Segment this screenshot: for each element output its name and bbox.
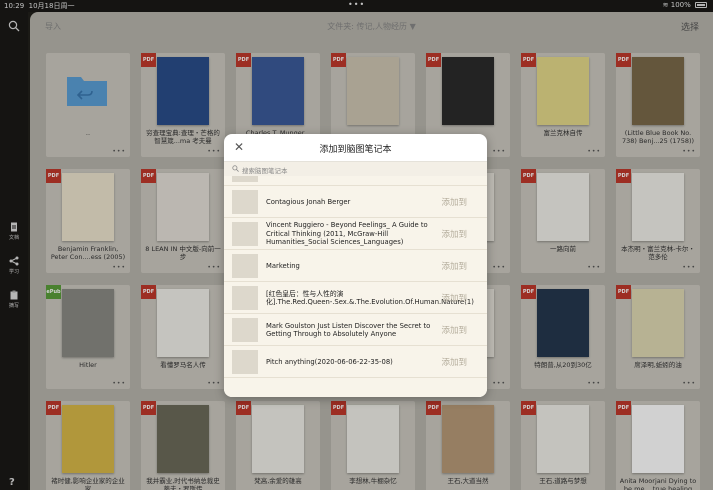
add-to-button[interactable]: 添加到 [441,228,467,240]
list-item [224,176,487,186]
add-to-button[interactable]: 添加到 [441,292,467,304]
add-to-button[interactable]: 添加到 [441,324,467,336]
add-to-button[interactable]: 添加到 [441,260,467,272]
notebook-thumbnail [232,222,258,246]
notebook-name: Pitch anything(2020-06-06-22-35-08) [266,357,393,366]
search-placeholder: 搜索脑图笔记本 [242,167,288,175]
notebook-name: [红色皇后：性与人性的演化].The.Red.Queen-.Sex.&.The.… [266,289,474,307]
notebook-thumbnail [232,318,258,342]
notebook-list[interactable]: Contagious Jonah Berger 添加到 Vincent Ruggie… [224,176,487,397]
notebook-search-input[interactable]: 搜索脑图笔记本 [224,162,487,176]
add-to-notebook-dialog: ✕ 添加到脑图笔记本 搜索脑图笔记本 Contagious Jonah Berg… [224,134,487,397]
notebook-thumbnail [232,286,258,310]
notebook-thumbnail [232,190,258,214]
list-item: Mark Goulston Just Listen Discover the S… [224,314,487,346]
add-to-button[interactable]: 添加到 [441,356,467,368]
notebook-thumbnail [232,254,258,278]
notebook-name: Marketing [266,261,300,270]
list-item: Marketing 添加到 [224,250,487,282]
list-item: [红色皇后：性与人性的演化].The.Red.Queen-.Sex.&.The.… [224,282,487,314]
list-item: Pitch anything(2020-06-06-22-35-08) 添加到 [224,346,487,378]
notebook-name: Contagious Jonah Berger [266,197,351,206]
dialog-header: ✕ 添加到脑图笔记本 [224,134,487,162]
notebook-thumbnail [232,350,258,374]
dialog-title: 添加到脑图笔记本 [319,145,392,155]
add-to-button[interactable]: 添加到 [441,196,467,208]
search-icon [232,165,239,172]
list-item: Contagious Jonah Berger 添加到 [224,186,487,218]
notebook-name: Vincent Ruggiero - Beyond Feelings_ A Gu… [266,221,428,247]
list-item: Vincent Ruggiero - Beyond Feelings_ A Gu… [224,218,487,250]
notebook-name: Mark Goulston Just Listen Discover the S… [266,321,431,339]
